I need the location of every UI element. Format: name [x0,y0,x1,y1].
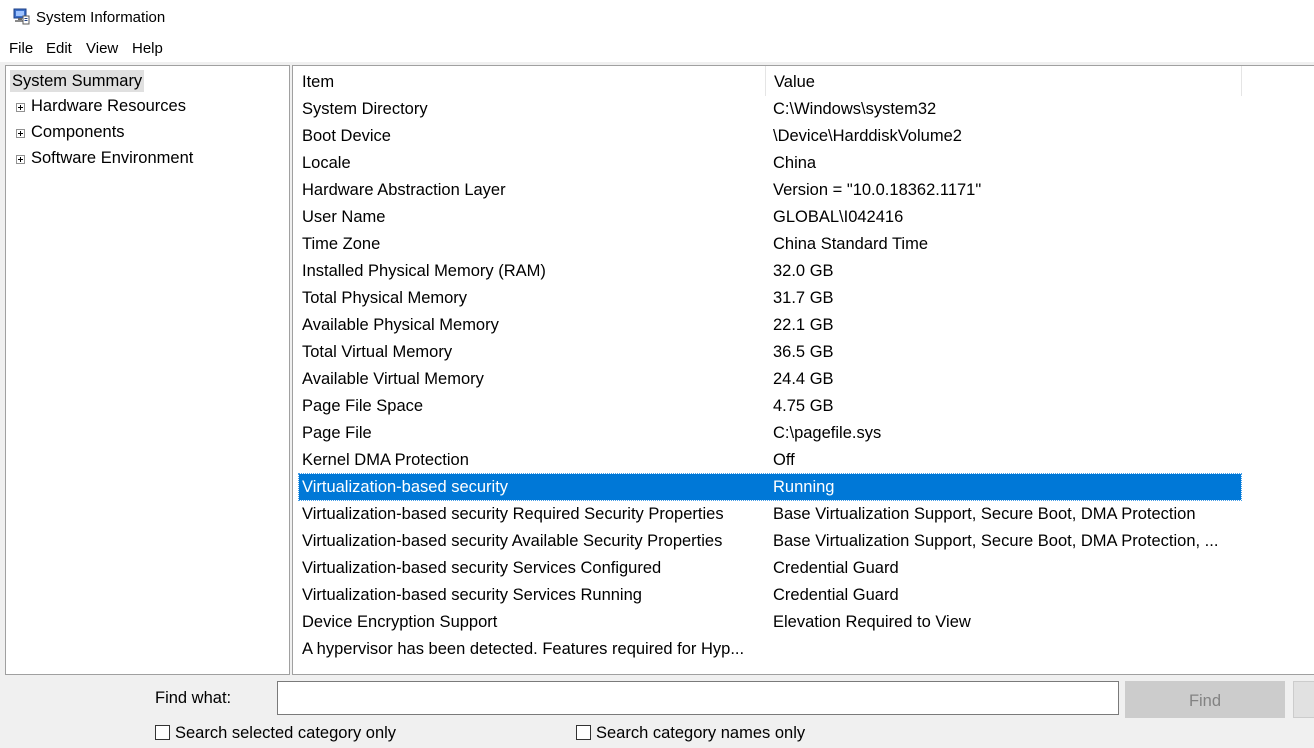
row-value: China Standard Time [773,235,929,253]
table-row[interactable]: Page File Space 4.75 GB [299,393,1241,419]
row-value: 24.4 GB [773,370,834,388]
row-item: System Directory [302,100,428,118]
row-value: Credential Guard [773,559,899,577]
row-value: \Device\HarddiskVolume2 [773,127,962,145]
table-row[interactable]: Virtualization-based security Running [298,473,1242,501]
column-header-item[interactable]: Item [293,66,765,96]
row-item: Time Zone [302,235,381,253]
column-header-value[interactable]: Value [765,66,1241,96]
row-item: Virtualization-based security Available … [302,532,723,550]
row-value: 31.7 GB [773,289,834,307]
table-row[interactable]: Virtualization-based security Available … [299,528,1241,554]
table-row[interactable]: Hardware Abstraction Layer Version = "10.… [299,177,1241,203]
row-item: Boot Device [302,127,391,145]
search-category-names-label[interactable]: Search category names only [596,724,805,743]
table-row[interactable]: Available Physical Memory 22.1 GB [299,312,1241,338]
row-value: Running [773,478,835,496]
row-item: Kernel DMA Protection [302,451,469,469]
table-row[interactable]: Device Encryption Support Elevation Requi… [299,609,1241,635]
menu-bar: File Edit View Help [0,34,1314,62]
details-list: Item Value System Directory C:\Windows\sy… [292,65,1314,675]
row-item: Virtualization-based security [302,478,509,496]
row-value: 22.1 GB [773,316,834,334]
system-information-icon [13,8,30,25]
row-item: A hypervisor has been detected. Features… [302,640,745,658]
row-value: Credential Guard [773,586,899,604]
menu-edit[interactable]: Edit [46,40,72,57]
table-row[interactable]: Total Virtual Memory 36.5 GB [299,339,1241,365]
table-row[interactable]: Total Physical Memory 31.7 GB [299,285,1241,311]
find-bar: Find what: Find Search selected category… [0,675,1314,748]
row-item: Hardware Abstraction Layer [302,181,506,199]
row-item: User Name [302,208,386,226]
table-row[interactable]: Virtualization-based security Services R… [299,582,1241,608]
table-row[interactable]: Virtualization-based security Required S… [299,501,1241,527]
table-row[interactable]: Virtualization-based security Services C… [299,555,1241,581]
row-item: Installed Physical Memory (RAM) [302,262,546,280]
row-value: GLOBAL\I042416 [773,208,904,226]
table-row[interactable]: Locale China [299,150,1241,176]
table-row[interactable]: System Directory C:\Windows\system32 [299,96,1241,122]
row-item: Device Encryption Support [302,613,498,631]
row-item: Page File Space [302,397,424,415]
row-item: Available Physical Memory [302,316,499,334]
plus-expander-icon[interactable] [16,103,25,112]
tree-item-software-environment[interactable]: Software Environment [31,149,193,168]
row-item: Page File [302,424,372,442]
search-selected-category-label[interactable]: Search selected category only [175,724,396,743]
menu-file[interactable]: File [9,40,33,57]
row-value: C:\Windows\system32 [773,100,937,118]
row-value: Off [773,451,795,469]
row-value: 4.75 GB [773,397,834,415]
table-row[interactable]: User Name GLOBAL\I042416 [299,204,1241,230]
row-value: Elevation Required to View [773,613,971,631]
find-input[interactable] [277,681,1119,715]
row-value: China [773,154,817,172]
row-item: Virtualization-based security Services C… [302,559,662,577]
table-row[interactable]: Installed Physical Memory (RAM) 32.0 GB [299,258,1241,284]
tree-item-system-summary[interactable]: System Summary [10,70,145,92]
row-value: 36.5 GB [773,343,834,361]
row-item: Virtualization-based security Required S… [302,505,724,523]
search-selected-category-checkbox[interactable] [155,725,170,740]
row-value: Base Virtualization Support, Secure Boot… [773,532,1219,550]
column-divider[interactable] [1241,66,1242,96]
tree-item-components[interactable]: Components [31,123,125,142]
close-find-button[interactable] [1293,681,1314,718]
table-row[interactable]: Boot Device \Device\HarddiskVolume2 [299,123,1241,149]
tree-item-hardware-resources[interactable]: Hardware Resources [31,97,186,116]
find-what-label: Find what: [155,689,232,707]
row-item: Virtualization-based security Services R… [302,586,642,604]
category-tree: System Summary Hardware Resources Compon… [5,65,290,675]
row-value: C:\pagefile.sys [773,424,882,442]
table-row[interactable]: Time Zone China Standard Time [299,231,1241,257]
search-category-names-checkbox[interactable] [576,725,591,740]
find-button[interactable]: Find [1125,681,1285,718]
menu-view[interactable]: View [86,40,118,57]
table-row[interactable]: Page File C:\pagefile.sys [299,420,1241,446]
table-row[interactable]: Kernel DMA Protection Off [299,447,1241,473]
table-row[interactable]: Available Virtual Memory 24.4 GB [299,366,1241,392]
window-title: System Information [36,9,166,26]
list-header: Item Value [293,66,1314,96]
row-value: Version = "10.0.18362.1171" [773,181,982,199]
row-value: Base Virtualization Support, Secure Boot… [773,505,1196,523]
plus-expander-icon[interactable] [16,155,25,164]
title-bar: System Information [0,0,1314,34]
row-item: Total Physical Memory [302,289,468,307]
row-item: Available Virtual Memory [302,370,484,388]
table-row[interactable]: A hypervisor has been detected. Features… [299,636,1241,662]
row-value: 32.0 GB [773,262,834,280]
menu-help[interactable]: Help [132,40,163,57]
row-item: Total Virtual Memory [302,343,453,361]
row-item: Locale [302,154,351,172]
plus-expander-icon[interactable] [16,129,25,138]
